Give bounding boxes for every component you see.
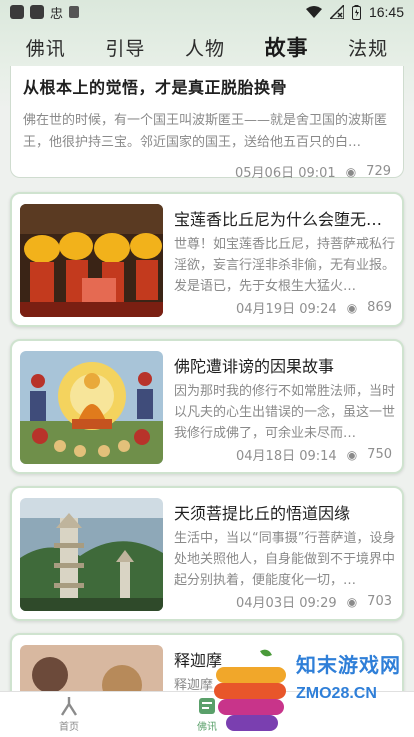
wifi-icon bbox=[305, 6, 322, 18]
article-card[interactable]: 天须菩提比丘的悟道因缘 生活中，当以“同事摄”行菩萨道，设身处地关照他人，自身能… bbox=[10, 486, 404, 621]
bug-notification-icon: 忠 bbox=[50, 6, 64, 22]
eye-icon: ◉ bbox=[346, 447, 358, 462]
article-card[interactable]: 宝莲香比丘尼为什么会堕无… 世尊！如宝莲香比丘尼，持菩萨戒私行淫欲，妄言行淫非杀… bbox=[10, 192, 404, 327]
watermark-logo: 知末游戏网 ZMO28.CN bbox=[212, 645, 414, 737]
article-views: 750 bbox=[367, 447, 392, 462]
article-date: 04月03日 09:29 bbox=[236, 596, 337, 611]
apple-logo-icon bbox=[214, 649, 286, 731]
article-summary: 佛在世的时候，有一个国王叫波斯匿王——就是舍卫国的波斯匿王，他很护持三宝。邻近国… bbox=[23, 113, 388, 150]
tab-news[interactable]: 佛讯 bbox=[26, 34, 66, 61]
nav-label: 首页 bbox=[59, 722, 79, 733]
category-tabs: 佛讯 引导 人物 故事 法规 bbox=[0, 30, 414, 64]
tab-stories[interactable]: 故事 bbox=[265, 32, 309, 62]
app-notification-icon bbox=[30, 5, 44, 19]
home-icon bbox=[60, 697, 78, 716]
article-title: 佛陀遭诽谤的因果故事 bbox=[174, 357, 335, 376]
article-summary: 生活中，当以“同事摄”行菩萨道，设身处地关照他人，自身能做到不于境界中起分别执着… bbox=[174, 531, 396, 588]
article-date: 04月19日 09:24 bbox=[236, 302, 337, 317]
article-title: 天须菩提比丘的悟道因缘 bbox=[174, 504, 351, 523]
watermark-text: 知末游戏网 bbox=[296, 653, 401, 677]
article-title: 宝莲香比丘尼为什么会堕无… bbox=[174, 210, 383, 229]
article-title: 从根本上的觉悟，才是真正脱胎换骨 bbox=[23, 78, 288, 97]
article-thumbnail bbox=[20, 204, 163, 317]
tab-people[interactable]: 人物 bbox=[185, 34, 225, 61]
article-thumbnail bbox=[20, 351, 163, 464]
eye-icon: ◉ bbox=[345, 164, 357, 179]
article-views: 869 bbox=[367, 300, 392, 315]
tab-rules[interactable]: 法规 bbox=[348, 34, 388, 61]
status-bar: 忠 16:45 bbox=[0, 0, 414, 24]
article-date: 05月06日 09:01 bbox=[235, 166, 336, 181]
article-summary: 因为那时我的修行不如常胜法师，当时以凡夫的心生出错误的一念，虽这一世我修行成佛了… bbox=[174, 384, 396, 441]
article-date: 04月18日 09:14 bbox=[236, 449, 337, 464]
article-views: 729 bbox=[366, 164, 391, 179]
battery-icon bbox=[351, 4, 361, 20]
article-thumbnail bbox=[20, 498, 163, 611]
eye-icon: ◉ bbox=[346, 300, 358, 315]
tab-guide[interactable]: 引导 bbox=[105, 34, 145, 61]
status-time: 16:45 bbox=[368, 4, 404, 20]
article-card[interactable]: 从根本上的觉悟，才是真正脱胎换骨 佛在世的时候，有一个国王叫波斯匿王——就是舍卫… bbox=[10, 66, 404, 181]
signal-off-icon bbox=[329, 5, 344, 19]
nav-home[interactable]: 首页 bbox=[0, 692, 138, 737]
eye-icon: ◉ bbox=[346, 594, 358, 609]
article-views: 703 bbox=[367, 594, 392, 609]
app-notification-icon bbox=[10, 5, 24, 19]
article-card[interactable]: 佛陀遭诽谤的因果故事 因为那时我的修行不如常胜法师，当时以凡夫的心生出错误的一念… bbox=[10, 339, 404, 474]
article-feed[interactable]: 从根本上的觉悟，才是真正脱胎换骨 佛在世的时候，有一个国王叫波斯匿王——就是舍卫… bbox=[0, 66, 414, 691]
article-summary: 世尊！如宝莲香比丘尼，持菩萨戒私行淫欲，妄言行淫非杀非偷，无有业报。发是语已，先… bbox=[174, 237, 396, 294]
article-thumbnail bbox=[20, 645, 163, 691]
watermark-url: ZMO28.CN bbox=[296, 685, 377, 702]
font-notification-icon bbox=[69, 6, 80, 18]
